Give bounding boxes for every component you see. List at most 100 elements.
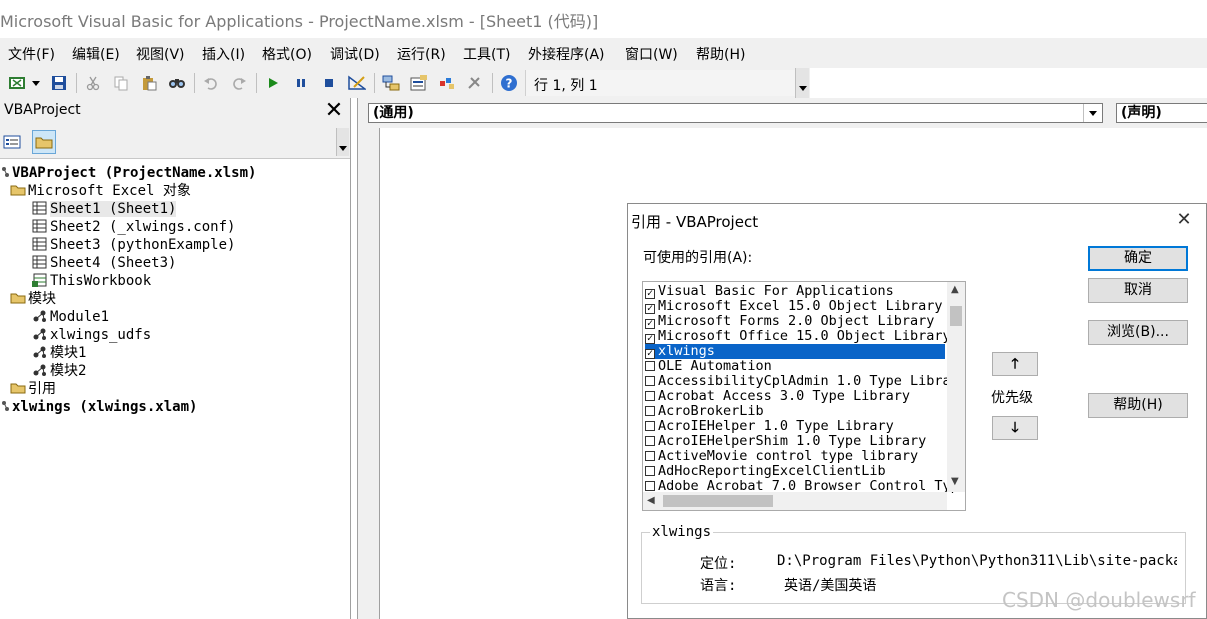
help-button[interactable]: 帮助(H) [1088, 393, 1188, 418]
tree-item-sheet3[interactable]: Sheet3 (pythonExample) [32, 236, 235, 254]
tree-item-sheet2-label: Sheet2 (_xlwings.conf) [50, 219, 236, 235]
checkbox-checked[interactable]: ✓ [645, 334, 655, 344]
priority-down-button[interactable]: 🡓 [992, 416, 1038, 440]
cancel-button[interactable]: 取消 [1088, 278, 1188, 303]
checkbox-unchecked[interactable] [645, 481, 655, 491]
priority-label: 优先级 [991, 390, 1033, 406]
browse-button[interactable]: 浏览(B)... [1088, 320, 1188, 345]
close-icon[interactable]: ✕ [1172, 208, 1196, 232]
checkbox-unchecked[interactable] [645, 466, 655, 476]
reference-item[interactable]: ✓ Visual Basic For Applications [645, 284, 894, 299]
scroll-left-icon[interactable]: ◀ [647, 495, 655, 506]
object-browser-icon[interactable] [438, 74, 456, 92]
module-icon [33, 310, 46, 322]
checkbox-checked[interactable]: ✓ [645, 304, 655, 314]
reference-item[interactable]: ✓ Microsoft Excel 15.0 Object Library [645, 299, 942, 314]
menu-addins[interactable]: 外接程序(A) [528, 44, 605, 64]
toolbox-icon[interactable] [466, 74, 484, 92]
toolbar-separator [194, 73, 195, 93]
checkbox-unchecked[interactable] [645, 376, 655, 386]
menu-insert[interactable]: 插入(I) [202, 44, 245, 64]
menu-file[interactable]: 文件(F) [8, 44, 55, 64]
tree-item-sheet1[interactable]: Sheet1 (Sheet1) [32, 200, 177, 218]
arrow-down-icon: 🡓 [1011, 420, 1019, 436]
checkbox-checked[interactable]: ✓ [645, 289, 655, 299]
menu-window[interactable]: 窗口(W) [625, 44, 678, 64]
reference-item[interactable]: AcroIEHelperShim 1.0 Type Library [645, 434, 926, 449]
tree-item-thisworkbook[interactable]: ThisWorkbook [32, 272, 151, 290]
scroll-up-icon[interactable]: ▲ [951, 284, 959, 295]
menu-help[interactable]: 帮助(H) [696, 44, 745, 64]
tree-item-module1[interactable]: Module1 [32, 308, 109, 326]
references-list[interactable]: ✓ Visual Basic For Applications ✓ Microsoft… [642, 281, 966, 511]
horizontal-scrollbar[interactable]: ◀ [643, 492, 947, 510]
tree-folder-modules[interactable]: 模块 [10, 290, 56, 308]
menu-view[interactable]: 视图(V) [136, 44, 185, 64]
reference-item[interactable]: AcroBrokerLib [645, 404, 764, 419]
toolbar-overflow-handle[interactable] [795, 68, 809, 98]
reference-item[interactable]: ✓ xlwings [645, 344, 945, 359]
menu-format[interactable]: 格式(O) [262, 44, 312, 64]
reference-item[interactable]: ActiveMovie control type library [645, 449, 918, 464]
checkbox-checked[interactable]: ✓ [645, 349, 655, 359]
object-combo[interactable]: (通用) [368, 103, 1103, 123]
vertical-scrollbar[interactable]: ▲ ▼ [947, 282, 965, 492]
tree-item-module-zh-2[interactable]: 模块2 [32, 362, 86, 380]
reference-item[interactable]: ✓ Microsoft Forms 2.0 Object Library [645, 314, 934, 329]
toolbar-separator [76, 73, 77, 93]
copy-icon[interactable] [112, 74, 130, 92]
reference-item[interactable]: Acrobat Access 3.0 Type Library [645, 389, 910, 404]
properties-icon[interactable] [410, 74, 428, 92]
tree-folder-excel-objects[interactable]: Microsoft Excel 对象 [10, 182, 191, 200]
checkbox-unchecked[interactable] [645, 436, 655, 446]
cursor-position-text: 行 1, 列 1 [534, 78, 598, 94]
checkbox-checked[interactable]: ✓ [645, 319, 655, 329]
reference-item[interactable]: AccessibilityCplAdmin 1.0 Type Library [645, 374, 965, 389]
checkbox-unchecked[interactable] [645, 406, 655, 416]
project-explorer-icon[interactable] [382, 74, 400, 92]
reference-item[interactable]: AdHocReportingExcelClientLib [645, 464, 886, 479]
vertical-scroll-thumb[interactable] [950, 306, 962, 326]
tree-project-root-2[interactable]: xlwings (xlwings.xlam) [0, 398, 197, 416]
checkbox-unchecked[interactable] [645, 361, 655, 371]
break-icon[interactable] [292, 74, 310, 92]
paste-icon[interactable] [140, 74, 158, 92]
close-icon[interactable]: ✕ [324, 100, 344, 122]
ok-button[interactable]: 确定 [1088, 246, 1188, 271]
priority-up-button[interactable]: 🡑 [992, 352, 1038, 376]
tree-item-sheet4[interactable]: Sheet4 (Sheet3) [32, 254, 176, 272]
tree-item-xlwings-udfs[interactable]: xlwings_udfs [32, 326, 151, 344]
help-icon[interactable]: ? [500, 74, 518, 92]
reset-icon[interactable] [320, 74, 338, 92]
checkbox-unchecked[interactable] [645, 451, 655, 461]
chevron-down-icon[interactable] [1083, 104, 1102, 122]
tree-project-root[interactable]: VBAProject (ProjectName.xlsm) [0, 164, 256, 182]
tree-item-sheet2[interactable]: Sheet2 (_xlwings.conf) [32, 218, 235, 236]
save-icon[interactable] [50, 74, 68, 92]
reference-item[interactable]: AcroIEHelper 1.0 Type Library [645, 419, 894, 434]
menu-debug[interactable]: 调试(D) [330, 44, 380, 64]
checkbox-unchecked[interactable] [645, 391, 655, 401]
find-icon[interactable] [168, 74, 186, 92]
menu-edit[interactable]: 编辑(E) [72, 44, 120, 64]
cut-icon[interactable] [84, 74, 102, 92]
menu-tools[interactable]: 工具(T) [463, 44, 510, 64]
scroll-down-icon[interactable]: ▼ [951, 476, 959, 487]
design-mode-icon[interactable] [348, 74, 366, 92]
redo-icon[interactable] [230, 74, 248, 92]
view-code-icon[interactable] [0, 130, 24, 154]
dropdown-icon[interactable] [30, 74, 42, 92]
undo-icon[interactable] [202, 74, 220, 92]
reference-item[interactable]: OLE Automation [645, 359, 772, 374]
reference-item[interactable]: ✓ Microsoft Office 15.0 Object Library [645, 329, 951, 344]
menu-run[interactable]: 运行(R) [397, 44, 446, 64]
run-icon[interactable] [264, 74, 282, 92]
tree-item-module-zh-1[interactable]: 模块1 [32, 344, 86, 362]
panel-toolbar-overflow-handle[interactable] [336, 128, 349, 156]
toggle-folders-icon[interactable] [32, 130, 56, 154]
checkbox-unchecked[interactable] [645, 421, 655, 431]
view-excel-icon[interactable] [8, 74, 26, 92]
tree-folder-references[interactable]: 引用 [10, 380, 56, 398]
procedure-combo[interactable]: (声明) [1116, 103, 1207, 123]
horizontal-scroll-thumb[interactable] [663, 495, 773, 507]
